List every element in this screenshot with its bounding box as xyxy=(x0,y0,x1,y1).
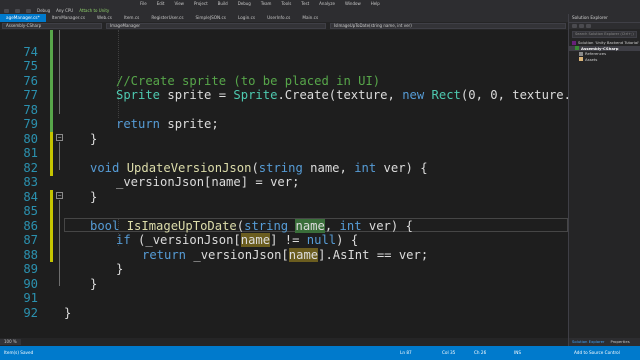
code-line: 78 return sprite; xyxy=(0,88,568,132)
code-text: } xyxy=(64,305,72,320)
tab-registeruser[interactable]: RegisterUser.cs xyxy=(145,14,189,22)
code-line: 83 } xyxy=(0,161,568,204)
solution-icon xyxy=(572,40,576,45)
menu-project[interactable]: Project xyxy=(194,0,208,7)
sync-icon[interactable] xyxy=(579,24,584,28)
menu-window[interactable]: Window xyxy=(345,0,361,7)
menu-test[interactable]: Test xyxy=(301,0,309,7)
source-control-button[interactable]: Add to Source Control xyxy=(570,346,636,360)
status-bar: Item(s) Saved Ln 87 Col 35 Ch 26 INS Add… xyxy=(0,346,640,360)
panel-title: Solution Explorer xyxy=(569,14,640,22)
config-select[interactable]: Debug xyxy=(37,8,50,13)
status-text: Item(s) Saved xyxy=(4,350,34,355)
attach-button[interactable]: Attach to Unity xyxy=(79,8,109,13)
refresh-icon[interactable] xyxy=(586,24,591,28)
menu-tools[interactable]: Tools xyxy=(281,0,291,7)
code-line: 76 Sprite sprite = Sprite.Create(texture… xyxy=(0,59,568,103)
code-line: 75 //Create sprite (to be placed in UI) xyxy=(0,45,568,88)
code-line: 79 } xyxy=(0,103,568,146)
column-indicator: Col 35 xyxy=(442,350,456,355)
toolbar: Debug Any CPU Attach to Unity xyxy=(0,7,640,14)
navigation-bar: Assembly-CSharp ImageManager IsImageUpTo… xyxy=(0,22,568,30)
tab-itemmanager[interactable]: ItemManager.cs xyxy=(46,14,91,22)
solution-explorer: Solution Explorer Search Solution Explor… xyxy=(568,14,640,346)
code-line: 88 } xyxy=(0,233,568,277)
tab-web[interactable]: Web.cs xyxy=(91,14,118,22)
solution-toolbar xyxy=(569,22,640,29)
insert-mode: INS xyxy=(514,350,522,355)
tab-item[interactable]: Item.cs xyxy=(118,14,145,22)
tab-solution-explorer[interactable]: Solution Explorer xyxy=(569,338,607,346)
tab-simplejson[interactable]: SimpleJSON.cs xyxy=(190,14,232,22)
code-line: 80 xyxy=(0,117,568,146)
menu-bar: File Edit View Project Build Debug Team … xyxy=(0,0,640,7)
references-icon xyxy=(579,51,583,56)
menu-help[interactable]: Help xyxy=(371,0,380,7)
menu-team[interactable]: Team xyxy=(261,0,272,7)
char-indicator: Ch 26 xyxy=(474,350,487,355)
code-line: 87 return _versionJson[name].AsInt == ve… xyxy=(0,219,568,262)
panel-tabs: Solution Explorer Properties xyxy=(569,338,640,346)
csharp-project-icon xyxy=(575,46,579,51)
code-line: 90 xyxy=(0,262,568,291)
menu-edit[interactable]: Edit xyxy=(157,0,165,7)
solution-search-input[interactable]: Search Solution Explorer (Ctrl+;) xyxy=(572,31,637,38)
line-indicator: Ln 87 xyxy=(400,350,412,355)
tab-properties[interactable]: Properties xyxy=(607,338,632,346)
code-line: 84 xyxy=(0,175,568,204)
menu-build[interactable]: Build xyxy=(218,0,228,7)
code-line: 77 xyxy=(0,74,568,102)
menu-file[interactable]: File xyxy=(140,0,147,7)
member-dropdown[interactable]: IsImageUpToDate(string name, int ver) xyxy=(330,23,566,29)
save-icon[interactable] xyxy=(26,8,31,13)
tree-item-label: Assets xyxy=(585,56,598,62)
code-line: 92 xyxy=(0,291,568,320)
code-line: 91 } xyxy=(0,277,568,320)
code-line: 81 void UpdateVersionJson(string name, i… xyxy=(0,132,568,175)
tab-main[interactable]: Main.cs xyxy=(296,14,324,22)
tree-item-assets[interactable]: Assets xyxy=(569,57,640,63)
class-dropdown[interactable]: ImageManager xyxy=(106,23,326,29)
code-line: 85 bool IsImageUpToDate(string name, int… xyxy=(0,190,568,233)
project-dropdown[interactable]: Assembly-CSharp xyxy=(2,23,102,29)
menu-view[interactable]: View xyxy=(174,0,184,7)
forward-icon[interactable] xyxy=(15,8,20,13)
home-icon[interactable] xyxy=(572,24,577,28)
horizontal-scrollbar[interactable]: 100 % xyxy=(0,338,568,346)
line-number: 92 xyxy=(23,305,38,320)
menu-debug[interactable]: Debug xyxy=(238,0,251,7)
tab-userinfo[interactable]: UserInfo.cs xyxy=(261,14,296,22)
folder-icon xyxy=(579,57,583,62)
code-editor[interactable]: − − 74 75 //Create sprite (to be placed … xyxy=(0,30,568,346)
code-line: 74 xyxy=(0,30,568,59)
tab-imagemanager[interactable]: ageManager.cs* xyxy=(0,14,46,22)
code-line: 82 _versionJson[name] = ver; xyxy=(0,146,568,190)
code-line: 86 if (_versionJson[name] != null) { xyxy=(0,204,568,247)
code-line: 89 } xyxy=(0,248,568,291)
menu-analyze[interactable]: Analyze xyxy=(319,0,335,7)
tab-login[interactable]: Login.cs xyxy=(232,14,261,22)
platform-select[interactable]: Any CPU xyxy=(56,8,73,13)
back-icon[interactable] xyxy=(4,8,9,13)
zoom-level[interactable]: 100 % xyxy=(0,339,21,345)
document-tabs: ageManager.cs* ItemManager.cs Web.cs Ite… xyxy=(0,14,568,22)
